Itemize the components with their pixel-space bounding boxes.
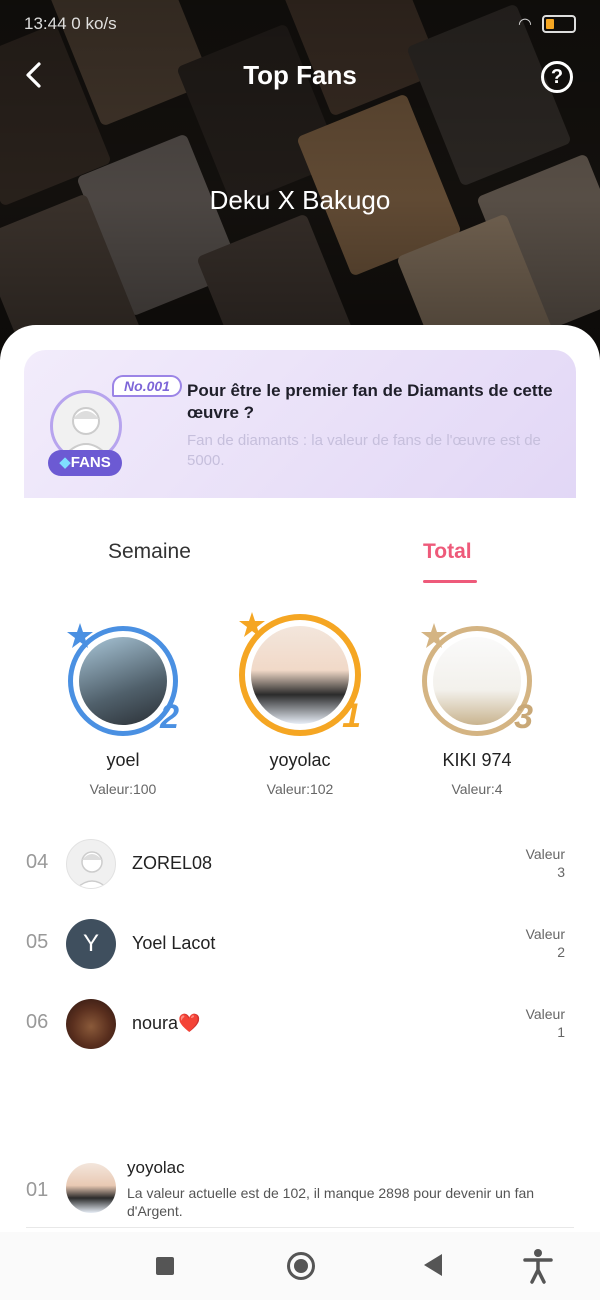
my-rank-row[interactable]: 01 yoyolac La valeur actuelle est de 102… <box>0 1155 600 1230</box>
podium-name: yoel <box>106 750 140 770</box>
back-nav-button[interactable] <box>424 1254 442 1276</box>
user-name: yoyolac <box>127 1158 185 1177</box>
active-tab-indicator <box>423 580 477 583</box>
rank-number: 04 <box>26 851 49 873</box>
star-icon <box>67 623 93 648</box>
battery-icon <box>542 15 576 33</box>
diamond-icon: ◆ <box>59 454 71 471</box>
rank-badge: 2 <box>160 698 179 736</box>
book-title: Deku X Bakugo <box>209 185 391 215</box>
divider <box>26 1227 574 1228</box>
list-item[interactable]: 04 ZOREL08 Valeur 3 <box>0 829 600 899</box>
star-icon <box>239 612 265 637</box>
podium-first[interactable]: 1 yoyolac Valeur:102 <box>215 612 385 797</box>
status-bar: 13:44 0 ko/s ◠ <box>0 0 600 52</box>
hero-background <box>0 0 600 360</box>
star-icon <box>421 623 447 648</box>
list-item[interactable]: 06 noura❤️ Valeur 1 <box>0 989 600 1059</box>
user-value: Valeur 3 <box>525 846 565 880</box>
avatar <box>66 999 116 1049</box>
tab-semaine[interactable]: Semaine <box>108 540 191 564</box>
user-value: Valeur 1 <box>525 1006 565 1040</box>
rank-number: 05 <box>26 931 49 953</box>
banner-subtitle: Fan de diamants : la valeur de fans de l… <box>187 432 541 469</box>
user-name: Yoel Lacot <box>132 933 216 953</box>
help-button[interactable]: ? <box>541 61 573 93</box>
avatar <box>66 1163 116 1213</box>
no001-badge: No.001 <box>112 375 182 397</box>
fans-badge: ◆FANS <box>48 450 122 476</box>
podium-value: Valeur:4 <box>451 781 503 797</box>
podium-name: yoyolac <box>269 750 331 770</box>
avatar: 2 <box>67 623 179 736</box>
banner-title: Pour être le premier fan de Diamants de … <box>187 381 553 422</box>
avatar: 3 <box>421 623 533 736</box>
podium-name: KIKI 974 <box>442 750 512 770</box>
system-nav-bar <box>0 1232 600 1300</box>
user-value: Valeur 2 <box>525 926 565 960</box>
tab-total[interactable]: Total <box>423 540 472 564</box>
rank-badge: 3 <box>514 698 533 736</box>
podium-third[interactable]: 3 KIKI 974 Valeur:4 <box>392 623 562 797</box>
avatar: 1 <box>239 612 361 736</box>
question-icon: ? <box>550 66 564 88</box>
rank-badge: 1 <box>342 697 361 735</box>
diamond-fan-banner[interactable]: No.001 ◆FANS Pour être le premier fan de… <box>24 350 576 498</box>
home-button[interactable] <box>287 1252 315 1280</box>
rank-number: 01 <box>26 1179 49 1201</box>
list-item[interactable]: 05 Y Yoel Lacot Valeur 2 <box>0 909 600 979</box>
user-name: ZOREL08 <box>132 853 213 873</box>
avatar <box>66 839 116 889</box>
podium-value: Valeur:100 <box>89 781 157 797</box>
recent-apps-button[interactable] <box>156 1257 174 1275</box>
podium-second[interactable]: 2 yoel Valeur:100 <box>38 623 208 797</box>
page-title: Top Fans <box>243 60 357 90</box>
podium-value: Valeur:102 <box>266 781 334 797</box>
rank-number: 06 <box>26 1011 49 1033</box>
progress-message: La valeur actuelle est de 102, il manque… <box>127 1185 535 1219</box>
accessibility-icon[interactable] <box>522 1248 554 1284</box>
user-name: noura❤️ <box>132 1013 201 1033</box>
wifi-icon: ◠ <box>518 16 532 33</box>
avatar: Y <box>66 919 116 969</box>
status-time: 13:44 0 ko/s <box>24 14 117 33</box>
